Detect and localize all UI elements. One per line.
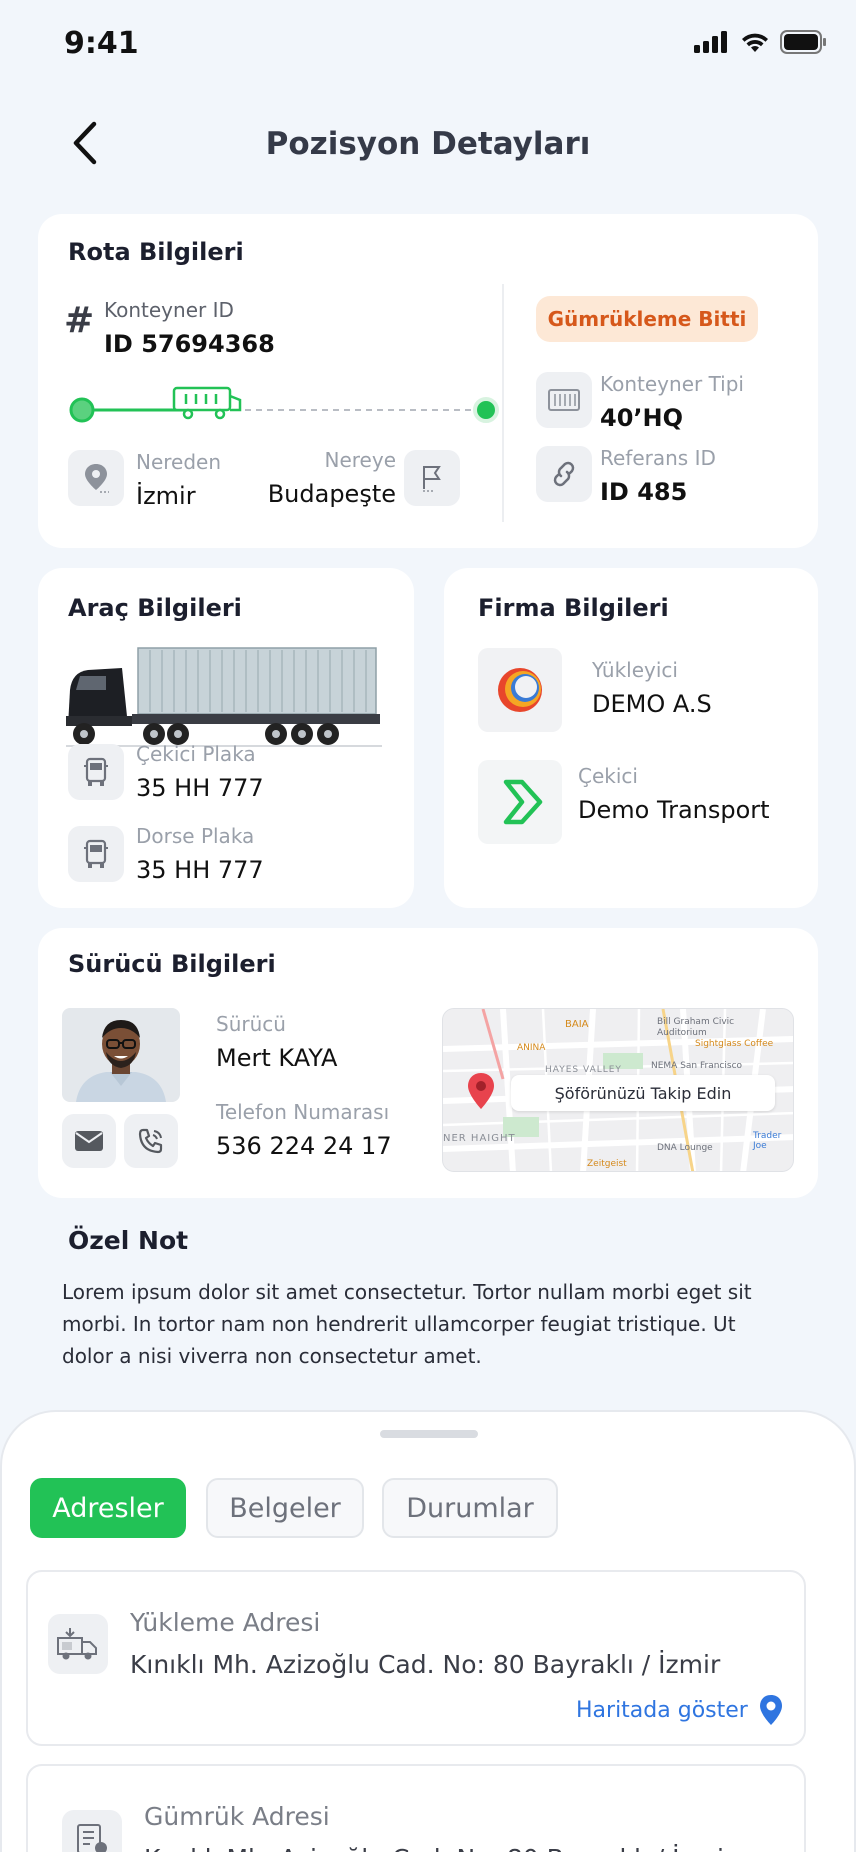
mail-icon: [75, 1131, 103, 1151]
signal-icon: [694, 31, 727, 53]
vehicle-card-title: Araç Bilgileri: [68, 594, 242, 622]
map-label: Zeitgeist: [587, 1159, 627, 1169]
map-label: NER HAIGHT: [443, 1133, 516, 1144]
driver-value: Mert KAYA: [216, 1044, 338, 1072]
wifi-icon: [742, 33, 768, 52]
company-card-title: Firma Bilgileri: [478, 594, 669, 622]
map-label: BAIA: [565, 1019, 589, 1030]
container-id-value: ID 57694368: [104, 330, 275, 358]
map-label: Sightglass Coffee: [695, 1039, 774, 1049]
loading-truck-icon: [48, 1614, 108, 1674]
driver-avatar: [62, 1008, 180, 1102]
link-icon: [536, 446, 592, 502]
address-value: Kınıklı Mh. Azizoğlu Cad. No: 80 Bayrakl…: [130, 1650, 721, 1679]
truck-image: [66, 647, 382, 747]
container-id-label: Konteyner ID: [104, 298, 234, 322]
tab-addresses[interactable]: Adresler: [30, 1478, 186, 1538]
address-value: Kınıklı Mh. Azizoğlu Cad. No: 80 Bayrakl…: [144, 1844, 734, 1852]
battery-icon: [780, 30, 826, 54]
driver-label: Sürücü: [216, 1012, 286, 1036]
carrier-logo-icon: [503, 779, 543, 825]
driver-card-title: Sürücü Bilgileri: [68, 950, 276, 978]
map-pin-icon: [468, 1073, 494, 1109]
carrier-logo: [478, 760, 562, 844]
container-type-label: Konteyner Tipi: [600, 372, 744, 396]
carrier-value: Demo Transport: [578, 796, 770, 824]
trailer-icon: [68, 826, 124, 882]
tab-documents[interactable]: Belgeler: [206, 1478, 364, 1538]
phone-label: Telefon Numarası: [216, 1100, 390, 1124]
map-label: DNA Lounge: [657, 1143, 713, 1153]
map-label: ANINA: [517, 1043, 546, 1053]
reference-label: Referans ID: [600, 446, 716, 470]
driver-card: Sürücü Bilgileri Sürücü Mert KAYA Telefo…: [38, 928, 818, 1198]
loader-logo: [478, 648, 562, 732]
to-label: Nereye: [324, 448, 397, 472]
route-card-title: Rota Bilgileri: [68, 238, 244, 266]
customs-icon: [62, 1810, 122, 1852]
show-on-map-label: Haritada göster: [576, 1697, 748, 1723]
page-title: Pozisyon Detayları: [265, 126, 591, 162]
tab-statuses[interactable]: Durumlar: [382, 1478, 558, 1538]
map-label: HAYES VALLEY: [545, 1065, 622, 1075]
tractor-icon: [68, 744, 124, 800]
note-text: Lorem ipsum dolor sit amet consectetur. …: [62, 1280, 752, 1368]
address-card-loading: Yükleme Adresi Kınıklı Mh. Azizoğlu Cad.…: [26, 1570, 806, 1746]
reference-value: ID 485: [600, 478, 688, 506]
address-label: Gümrük Adresi: [144, 1802, 330, 1831]
address-card-customs: Gümrük Adresi Kınıklı Mh. Azizoğlu Cad. …: [26, 1764, 806, 1852]
container-type-icon: [536, 372, 592, 428]
tractor-plate-label: Çekici Plaka: [136, 742, 256, 766]
origin-pin-icon: [68, 450, 124, 506]
trailer-plate-value: 35 HH 777: [136, 856, 264, 884]
from-value: İzmir: [136, 482, 196, 510]
loader-value: DEMO A.S: [592, 690, 712, 718]
status-badge: Gümrükleme Bitti: [536, 296, 758, 342]
map-label: Bill Graham Civic Auditorium: [657, 1017, 735, 1038]
show-on-map-link[interactable]: Haritada göster: [576, 1694, 784, 1726]
company-card: Firma Bilgileri Yükleyici DEMO A.S Çekic…: [444, 568, 818, 908]
address-label: Yükleme Adresi: [130, 1608, 321, 1637]
trailer-plate-label: Dorse Plaka: [136, 824, 255, 848]
location-pin-icon: [759, 1695, 782, 1725]
route-divider: [502, 284, 504, 522]
map-label: Trader Joe: [753, 1131, 782, 1151]
sheet-drag-handle[interactable]: [380, 1430, 478, 1438]
from-label: Nereden: [136, 450, 222, 474]
vehicle-card: Araç Bilgileri Çekici Plaka 35 HH 777 Do…: [38, 568, 414, 908]
loader-logo-icon: [498, 668, 542, 712]
status-icons: [694, 30, 826, 54]
bus-icon: [172, 386, 242, 420]
route-card: Rota Bilgileri # Konteyner ID ID 5769436…: [38, 214, 818, 548]
loader-label: Yükleyici: [592, 658, 678, 682]
map-label: NEMA San Francisco: [651, 1061, 743, 1071]
driver-map[interactable]: BAIA Bill Graham Civic Auditorium Sightg…: [442, 1008, 794, 1172]
track-driver-button[interactable]: Şöförünüzü Takip Edin: [511, 1075, 775, 1111]
phone-value: 536 224 24 17: [216, 1132, 392, 1160]
hash-icon: #: [64, 300, 95, 341]
to-value: Budapeşte: [267, 480, 396, 508]
tractor-plate-value: 35 HH 777: [136, 774, 264, 802]
destination-flag-icon: [404, 450, 460, 506]
container-type-value: 40’HQ: [600, 404, 684, 432]
phone-icon: [138, 1128, 163, 1154]
route-progress: [69, 386, 499, 423]
note-title: Özel Not: [68, 1226, 189, 1255]
status-time: 9:41: [64, 26, 139, 61]
call-button[interactable]: [124, 1114, 178, 1168]
email-button[interactable]: [62, 1114, 116, 1168]
carrier-label: Çekici: [578, 764, 638, 788]
